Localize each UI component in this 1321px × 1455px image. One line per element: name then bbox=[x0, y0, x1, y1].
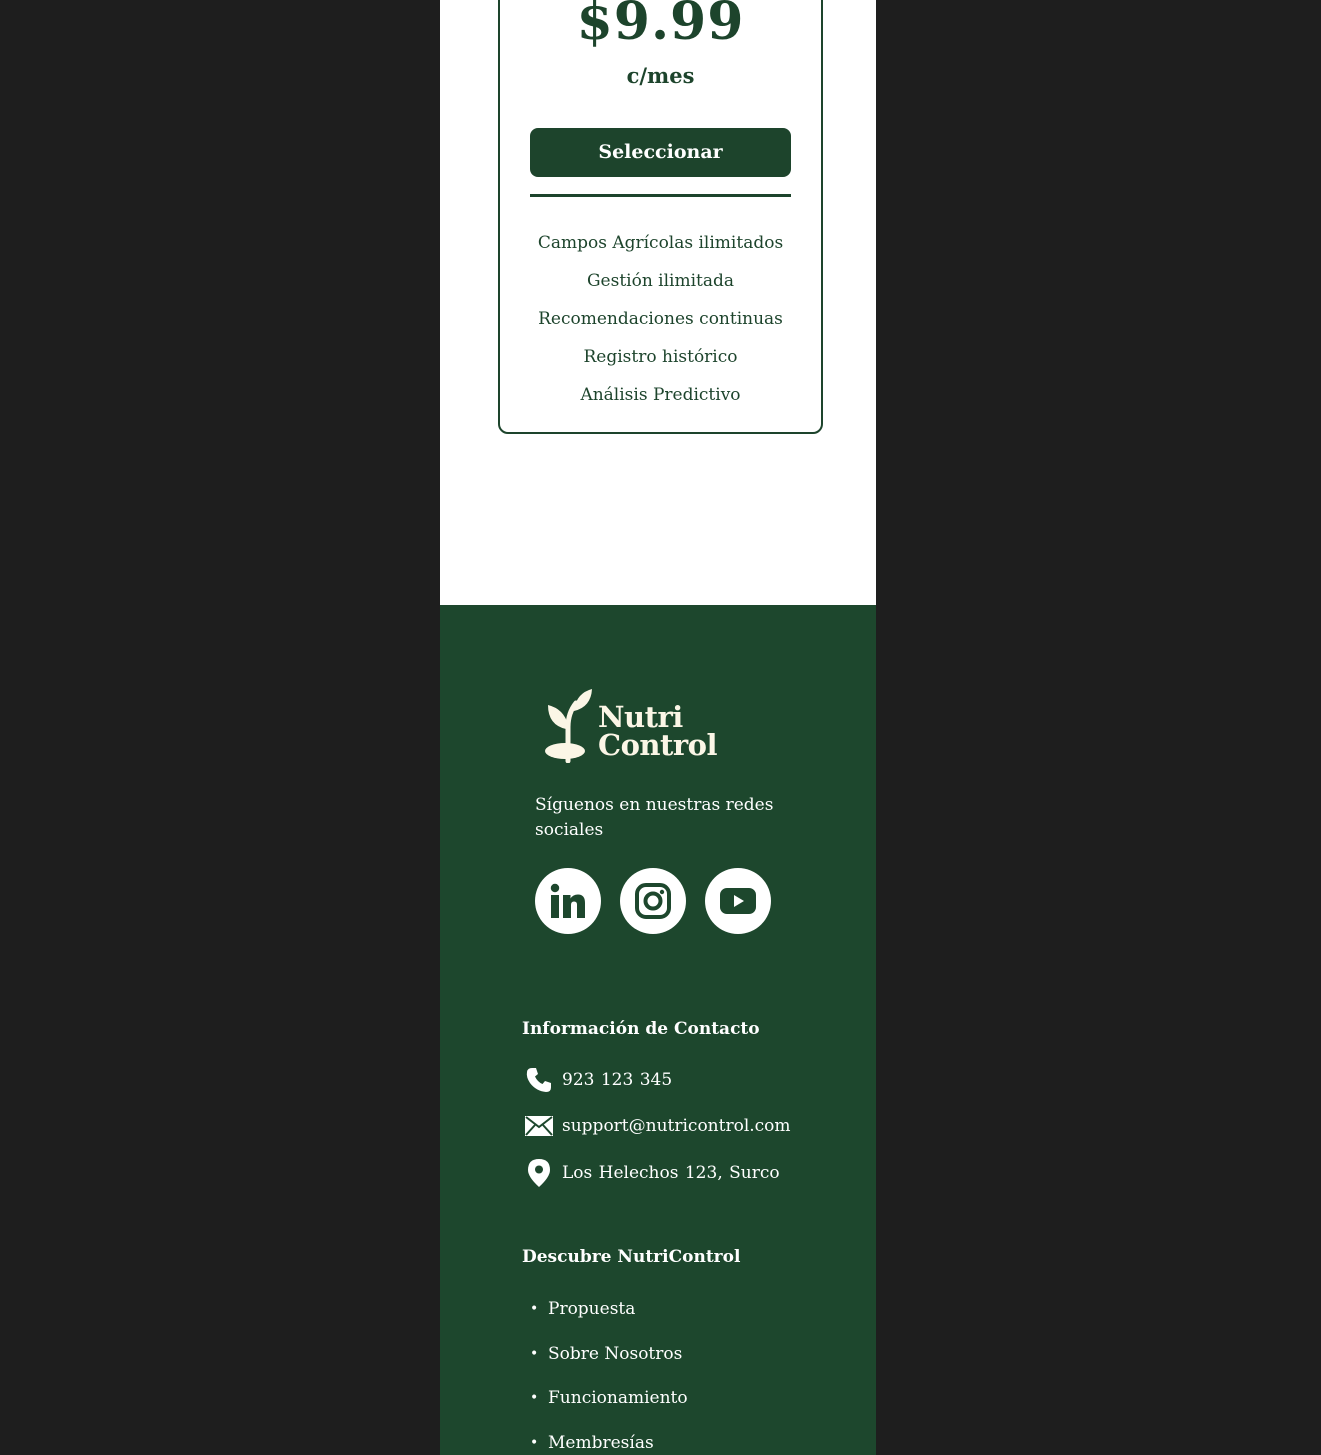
link-membresias[interactable]: Membresías bbox=[548, 1427, 654, 1455]
instagram-icon bbox=[635, 883, 671, 919]
plan-feature: Gestión ilimitada bbox=[586, 271, 735, 291]
plan-feature: Campos Agrícolas ilimitados bbox=[537, 233, 784, 253]
discover-links: • Propuesta • Sobre Nosotros • Funcionam… bbox=[530, 1293, 688, 1455]
card-divider bbox=[530, 194, 791, 197]
pricing-card: $9.99 c/mes Seleccionar Campos Agrícolas… bbox=[498, 0, 823, 434]
youtube-button[interactable] bbox=[705, 868, 771, 934]
link-sobre-nosotros[interactable]: Sobre Nosotros bbox=[548, 1338, 682, 1370]
contact-section-title: Información de Contacto bbox=[522, 1019, 760, 1039]
address-text: Los Helechos 123, Surco bbox=[562, 1163, 780, 1183]
email-text: support@nutricontrol.com bbox=[562, 1116, 791, 1136]
follow-us-text: Síguenos en nuestras redes sociales bbox=[535, 795, 774, 840]
bullet: • bbox=[530, 1345, 539, 1362]
contact-phone[interactable]: 923 123 345 bbox=[522, 1063, 672, 1097]
discover-link-item: • Sobre Nosotros bbox=[530, 1338, 688, 1383]
youtube-icon bbox=[720, 888, 756, 914]
link-funcionamiento[interactable]: Funcionamiento bbox=[548, 1382, 688, 1414]
linkedin-button[interactable] bbox=[535, 868, 601, 934]
sprout-logo-icon bbox=[545, 689, 592, 763]
link-propuesta[interactable]: Propuesta bbox=[548, 1293, 635, 1325]
nutricontrol-logo[interactable]: Nutri Control bbox=[544, 689, 718, 763]
phone-text: 923 123 345 bbox=[562, 1070, 673, 1090]
logo-line-1: Nutri bbox=[598, 700, 683, 734]
bullet: • bbox=[530, 1434, 539, 1451]
logo-line-2: Control bbox=[598, 728, 718, 762]
plan-price: $9.99 bbox=[576, 0, 745, 52]
location-pin-icon bbox=[522, 1156, 556, 1190]
instagram-button[interactable] bbox=[620, 868, 686, 934]
logo-wordmark: Nutri Control bbox=[598, 700, 718, 762]
contact-email[interactable]: support@nutricontrol.com bbox=[522, 1109, 791, 1143]
phone-icon bbox=[522, 1063, 556, 1097]
select-plan-button[interactable]: Seleccionar bbox=[530, 128, 791, 177]
linkedin-icon bbox=[550, 883, 585, 918]
contact-address[interactable]: Los Helechos 123, Surco bbox=[522, 1156, 780, 1190]
discover-link-item: • Funcionamiento bbox=[530, 1382, 688, 1427]
social-links bbox=[535, 868, 771, 934]
bullet: • bbox=[530, 1390, 539, 1406]
plan-feature: Registro histórico bbox=[583, 347, 738, 367]
site-footer: Nutri Control Síguenos en nuestras redes… bbox=[440, 605, 876, 1455]
discover-link-item: • Membresías bbox=[530, 1427, 688, 1455]
plan-period: c/mes bbox=[626, 63, 695, 88]
page: $9.99 c/mes Seleccionar Campos Agrícolas… bbox=[440, 0, 876, 1455]
plan-feature: Análisis Predictivo bbox=[580, 385, 741, 405]
plan-features-list: Campos Agrícolas ilimitados Gestión ilim… bbox=[500, 224, 821, 414]
plan-feature: Recomendaciones continuas bbox=[538, 309, 783, 329]
discover-section-title: Descubre NutriControl bbox=[522, 1247, 741, 1267]
mail-icon bbox=[522, 1109, 556, 1143]
discover-link-item: • Propuesta bbox=[530, 1293, 688, 1338]
bullet: • bbox=[530, 1301, 539, 1317]
